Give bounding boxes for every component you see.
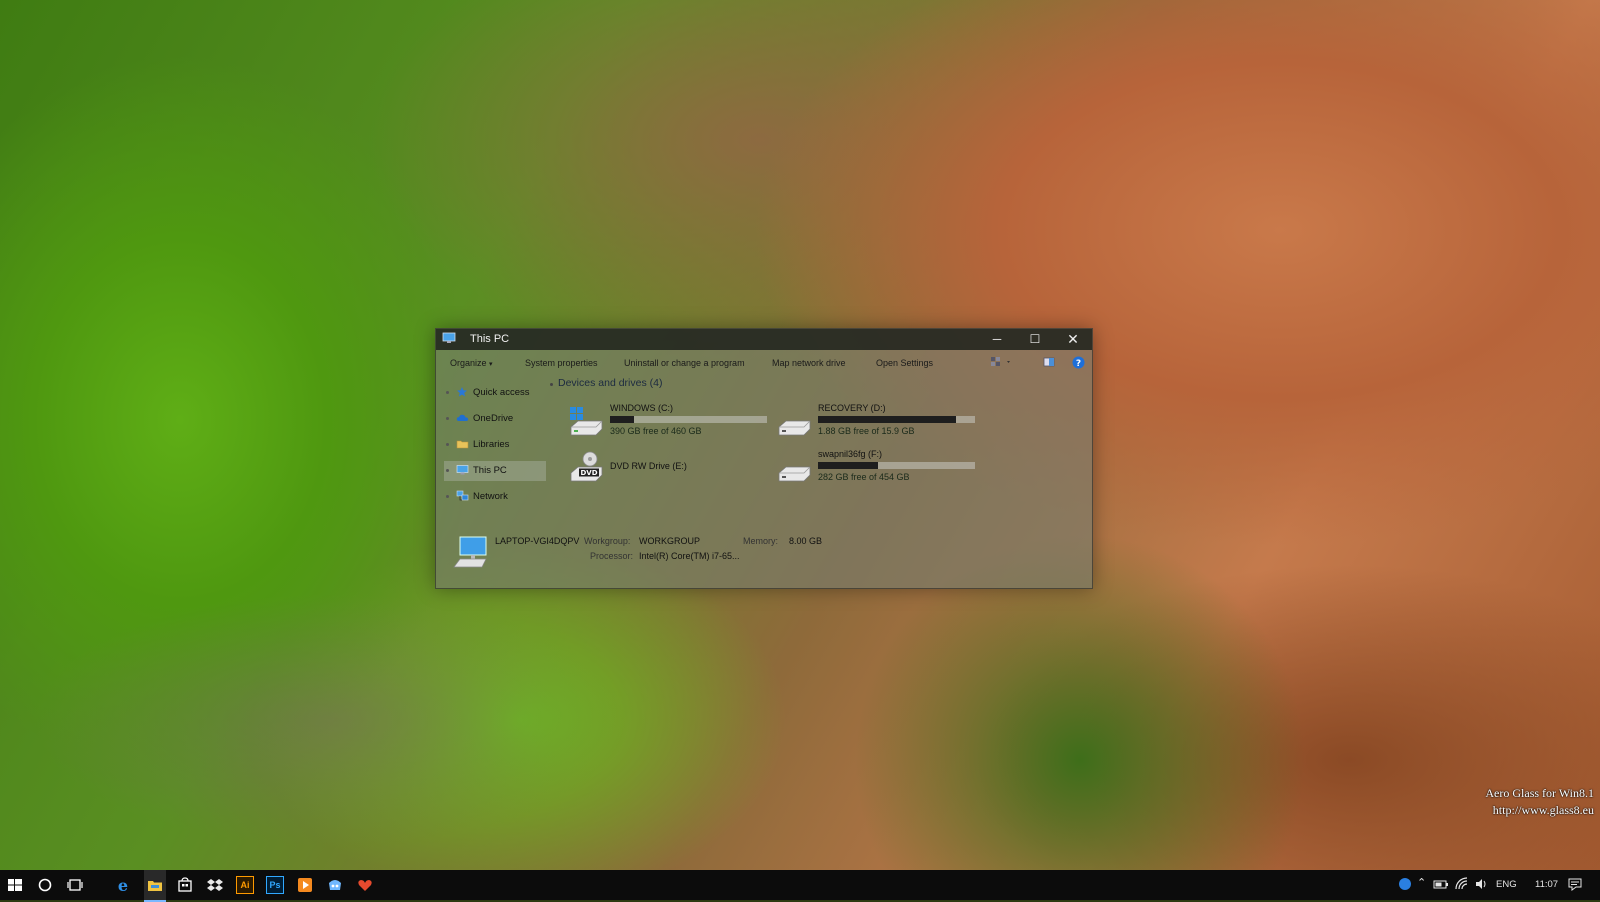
- organize-menu[interactable]: Organize ▾: [450, 358, 493, 368]
- processor-label: Processor:: [590, 551, 634, 561]
- expand-dot[interactable]: [446, 443, 449, 446]
- close-button[interactable]: ✕: [1054, 329, 1092, 350]
- nav-label: Libraries: [473, 439, 510, 450]
- nav-item-onedrive[interactable]: OneDrive: [444, 409, 546, 429]
- computer-icon: [456, 465, 469, 475]
- map-network-drive-button[interactable]: Map network drive: [772, 358, 846, 368]
- organize-label: Organize: [450, 358, 487, 368]
- game-app-icon[interactable]: [326, 876, 344, 894]
- dvd-icon: DVD: [570, 451, 603, 482]
- volume-icon[interactable]: [1474, 877, 1488, 891]
- free-space-text: 282 GB free of 454 GB: [818, 472, 910, 482]
- clock[interactable]: 11:07: [1535, 879, 1558, 890]
- edge-icon[interactable]: e: [114, 876, 132, 894]
- laptop-icon: [453, 536, 487, 568]
- dvd-label: DVD: [580, 469, 597, 477]
- open-settings-button[interactable]: Open Settings: [876, 358, 933, 368]
- nav-label: Quick access: [473, 387, 530, 398]
- system-properties-button[interactable]: System properties: [525, 358, 598, 368]
- computer-icon: [442, 332, 456, 343]
- group-collapse-dot[interactable]: [550, 383, 553, 386]
- task-view-icon[interactable]: [66, 876, 84, 894]
- heart-app-icon[interactable]: [356, 876, 374, 894]
- drive-name: DVD RW Drive (E:): [610, 461, 687, 471]
- svg-text:?: ?: [1076, 359, 1081, 369]
- computer-name: LAPTOP-VGI4DQPV: [495, 536, 580, 546]
- title-bar[interactable]: This PC ─ ☐ ✕: [436, 329, 1092, 350]
- expand-dot[interactable]: [446, 391, 449, 394]
- drive-name: WINDOWS (C:): [610, 403, 673, 413]
- language-indicator[interactable]: ENG: [1496, 879, 1517, 890]
- nav-label: OneDrive: [473, 413, 514, 424]
- free-space-text: 390 GB free of 460 GB: [610, 426, 702, 436]
- explorer-window: This PC ─ ☐ ✕ Organize ▾ System properti…: [435, 328, 1093, 589]
- file-explorer-icon[interactable]: [146, 876, 164, 894]
- drive-d[interactable]: RECOVERY (D:) 1.88 GB free of 15.9 GB: [776, 403, 996, 445]
- nav-item-network[interactable]: Network: [444, 487, 546, 507]
- network-icon: [456, 490, 469, 501]
- notifications-icon[interactable]: [1568, 877, 1582, 891]
- preview-pane-icon[interactable]: [1043, 356, 1055, 368]
- illustrator-icon[interactable]: Ai: [236, 876, 254, 894]
- drive-f[interactable]: swapnil36fg (F:) 282 GB free of 454 GB: [776, 449, 996, 491]
- svg-text:e: e: [118, 876, 128, 894]
- nav-label: This PC: [473, 465, 507, 476]
- media-player-icon[interactable]: [296, 876, 314, 894]
- tray-app-icon[interactable]: [1398, 877, 1412, 891]
- drive-name: RECOVERY (D:): [818, 403, 886, 413]
- dropbox-icon[interactable]: [206, 876, 224, 894]
- view-options-icon[interactable]: [990, 356, 1014, 368]
- store-icon[interactable]: [176, 876, 194, 894]
- minimize-button[interactable]: ─: [978, 329, 1016, 350]
- watermark-line-2: http://www.glass8.eu: [1492, 803, 1594, 817]
- battery-icon[interactable]: [1433, 877, 1449, 891]
- usage-bar: [818, 462, 975, 469]
- expand-dot[interactable]: [446, 417, 449, 420]
- cloud-icon: [456, 414, 469, 421]
- details-pane: LAPTOP-VGI4DQPV Workgroup: WORKGROUP Mem…: [436, 527, 1092, 587]
- drive-icon: [778, 420, 811, 436]
- star-icon: [457, 387, 467, 397]
- memory-label: Memory:: [743, 536, 779, 546]
- drive-e[interactable]: DVD DVD RW Drive (E:): [568, 451, 788, 491]
- navigation-pane: Quick access OneDrive Libraries This PC: [436, 379, 551, 519]
- maximize-button[interactable]: ☐: [1016, 329, 1054, 350]
- free-space-text: 1.88 GB free of 15.9 GB: [818, 426, 915, 436]
- wifi-icon[interactable]: [1455, 877, 1469, 891]
- expand-dot[interactable]: [446, 495, 449, 498]
- nav-item-this-pc[interactable]: This PC: [444, 461, 546, 481]
- taskbar: e Ai Ps ⌃ ENG 11:07: [0, 870, 1600, 902]
- windows-drive-icon: [570, 407, 603, 436]
- window-title: This PC: [470, 333, 510, 345]
- help-icon[interactable]: ?: [1072, 356, 1085, 369]
- usage-bar-fill: [818, 462, 878, 469]
- usage-bar-fill: [818, 416, 957, 423]
- usage-bar-fill: [610, 416, 634, 423]
- processor-value: Intel(R) Core(TM) i7-65...: [639, 551, 740, 561]
- workgroup-value: WORKGROUP: [639, 536, 701, 546]
- chevron-down-icon: ▾: [489, 361, 493, 368]
- drive-icon: [778, 466, 811, 482]
- folder-icon: [456, 440, 469, 449]
- group-header[interactable]: Devices and drives (4): [558, 377, 662, 389]
- nav-item-libraries[interactable]: Libraries: [444, 435, 546, 455]
- command-bar: Organize ▾ System properties Uninstall o…: [436, 350, 1092, 376]
- drive-c[interactable]: WINDOWS (C:) 390 GB free of 460 GB: [568, 403, 788, 445]
- cortana-icon[interactable]: [36, 876, 54, 894]
- show-hidden-icons-icon[interactable]: ⌃: [1417, 876, 1426, 889]
- nav-item-quick-access[interactable]: Quick access: [444, 383, 546, 403]
- expand-dot[interactable]: [446, 469, 449, 472]
- usage-bar: [610, 416, 767, 423]
- start-button-windows-icon[interactable]: [6, 876, 24, 894]
- uninstall-program-button[interactable]: Uninstall or change a program: [624, 358, 745, 368]
- nav-label: Network: [473, 491, 508, 502]
- photoshop-icon[interactable]: Ps: [266, 876, 284, 894]
- drive-name: swapnil36fg (F:): [818, 449, 883, 459]
- workgroup-label: Workgroup:: [584, 536, 631, 546]
- watermark-line-1: Aero Glass for Win8.1: [1485, 786, 1594, 800]
- memory-value: 8.00 GB: [789, 536, 823, 546]
- usage-bar: [818, 416, 975, 423]
